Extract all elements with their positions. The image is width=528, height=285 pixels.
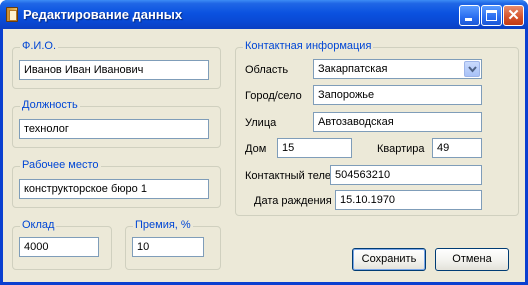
region-selected-value: Закарпатская <box>318 63 388 75</box>
region-dropdown-button[interactable] <box>464 61 480 77</box>
city-label: Город/село <box>245 90 302 102</box>
salary-group-title: Оклад <box>20 219 57 231</box>
client-area: Ф.И.О. Иванов Иван Иванович Должность те… <box>3 29 525 282</box>
save-button[interactable]: Сохранить <box>352 248 426 271</box>
maximize-icon <box>486 10 497 21</box>
bonus-field[interactable]: 10 <box>132 237 204 257</box>
salary-group: Оклад 4000 <box>12 219 112 270</box>
phone-field[interactable]: 504563210 <box>330 165 482 185</box>
street-label: Улица <box>245 117 277 129</box>
birthdate-label: Дата раждения <box>254 195 332 207</box>
fio-group: Ф.И.О. Иванов Иван Иванович <box>12 40 221 89</box>
salary-field[interactable]: 4000 <box>19 237 99 257</box>
workplace-group-title: Рабочее место <box>20 159 101 171</box>
workplace-group: Рабочее место конструкторское бюро 1 <box>12 159 221 208</box>
house-label: Дом <box>245 143 267 155</box>
contact-group: Контактная информация Область Закарпатск… <box>235 40 519 216</box>
apartment-field[interactable]: 49 <box>432 138 482 158</box>
workplace-field[interactable]: конструкторское бюро 1 <box>19 179 209 199</box>
position-field[interactable]: технолог <box>19 119 209 139</box>
region-select[interactable]: Закарпатская <box>313 59 482 79</box>
street-field[interactable]: Автозаводская <box>313 112 482 132</box>
region-label: Область <box>245 64 289 76</box>
close-button[interactable]: ✕ <box>503 5 524 26</box>
fio-field[interactable]: Иванов Иван Иванович <box>19 60 209 80</box>
contact-group-title: Контактная информация <box>243 40 374 52</box>
notebook-icon <box>6 7 18 22</box>
city-field[interactable]: Запорожье <box>313 85 482 105</box>
minimize-icon <box>465 18 472 21</box>
birthdate-field[interactable]: 15.10.1970 <box>335 190 482 210</box>
chevron-down-icon <box>468 66 477 73</box>
bonus-group-title: Премия, % <box>133 219 193 231</box>
title-bar[interactable]: Редактирование данных ✕ <box>0 0 528 29</box>
cancel-button[interactable]: Отмена <box>435 248 509 271</box>
apartment-label: Квартира <box>377 143 425 155</box>
position-group-title: Должность <box>20 99 80 111</box>
house-field[interactable]: 15 <box>277 138 352 158</box>
close-icon: ✕ <box>507 7 520 24</box>
fio-group-title: Ф.И.О. <box>20 40 58 52</box>
bonus-group: Премия, % 10 <box>125 219 221 270</box>
edit-data-window: Редактирование данных ✕ Ф.И.О. Иванов Ив… <box>0 0 528 285</box>
maximize-button[interactable] <box>481 5 502 26</box>
minimize-button[interactable] <box>459 5 480 26</box>
position-group: Должность технолог <box>12 99 221 148</box>
window-title: Редактирование данных <box>23 7 183 22</box>
